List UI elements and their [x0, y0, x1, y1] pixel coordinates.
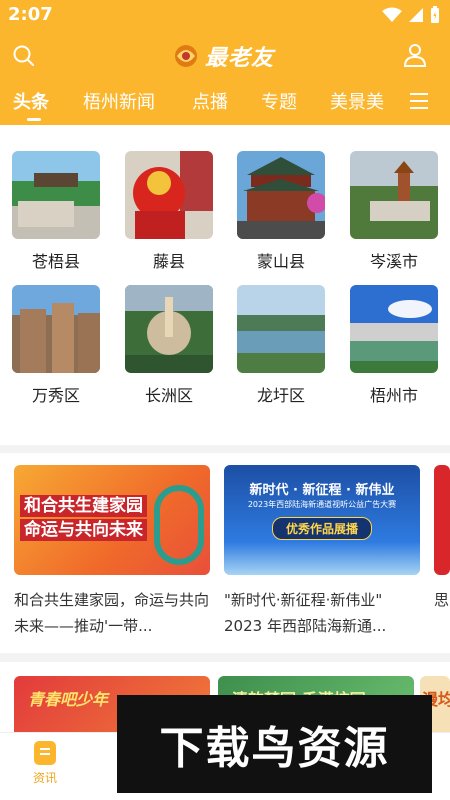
region-label: 蒙山县	[256, 252, 305, 271]
wifi-icon	[382, 7, 402, 22]
active-tab-indicator	[27, 118, 41, 121]
region-item-changzhou[interactable]: 长洲区	[124, 285, 214, 405]
signal-icon	[409, 8, 423, 22]
region-item-cangwu[interactable]: 苍梧县	[11, 151, 101, 271]
status-icons	[382, 6, 440, 24]
region-item-mengshan[interactable]: 蒙山县	[236, 151, 326, 271]
region-image	[125, 151, 213, 239]
region-grid: 苍梧县 藤县 蒙山县 岑溪市 万秀区 长洲区 龙圩区 梧州市	[0, 125, 450, 445]
news-card[interactable]: 新时代 · 新征程 · 新伟业 2023年西部陆海新通道视听公益广告大赛 优秀作…	[224, 465, 420, 639]
news-card[interactable]: 和合共生建家园 命运与共向未来 和合共生建家园，命运与共向未来——推动'一带..…	[14, 465, 210, 639]
nav-label: 资讯	[32, 771, 57, 785]
logo-mark-icon	[175, 45, 197, 67]
region-image	[350, 151, 438, 239]
news-card-title: "新时代·新征程·新伟业" 2023 年西部陆海新通...	[224, 591, 387, 635]
region-item-cenxi[interactable]: 岑溪市	[349, 151, 439, 271]
logo-text: 最老友	[205, 46, 275, 71]
watermark-text: 下载鸟资源	[159, 723, 390, 774]
tab-headlines[interactable]: 头条	[13, 88, 49, 114]
nav-item-news[interactable]: 资讯	[22, 741, 68, 786]
region-label: 苍梧县	[31, 252, 80, 271]
news-card-title: 和合共生建家园，命运与共向未来——推动'一带...	[14, 591, 210, 635]
region-label: 梧州市	[369, 386, 418, 405]
app-logo: 最老友	[171, 38, 274, 74]
status-bar: 2:07	[0, 0, 450, 32]
news-card-image: 和合共生建家园 命运与共向未来	[14, 465, 210, 575]
menu-icon[interactable]	[410, 92, 430, 110]
tab-on-demand[interactable]: 点播	[192, 88, 228, 114]
battery-icon	[431, 6, 439, 23]
region-item-tengxian[interactable]: 藤县	[124, 151, 214, 271]
news-icon	[34, 741, 56, 765]
region-image	[350, 285, 438, 373]
region-label: 长洲区	[144, 386, 193, 405]
tab-wuzhou-news[interactable]: 梧州新闻	[83, 88, 155, 114]
tab-topics[interactable]: 专题	[261, 88, 297, 114]
search-icon[interactable]	[12, 44, 36, 68]
news-card-strip: 和合共生建家园 命运与共向未来 和合共生建家园，命运与共向未来——推动'一带..…	[0, 453, 450, 653]
region-image	[237, 285, 325, 373]
region-item-wanxiu[interactable]: 万秀区	[11, 285, 101, 405]
region-label: 万秀区	[31, 386, 80, 405]
news-card[interactable]: 思	[434, 465, 450, 639]
region-item-longxu[interactable]: 龙圩区	[236, 285, 326, 405]
news-card-image	[434, 465, 450, 575]
region-image	[237, 151, 325, 239]
app-header: 2:07 最老友 头条 梧州新闻 点播 专题 美景美	[0, 0, 450, 125]
tab-scenery[interactable]: 美景美	[330, 88, 384, 114]
region-label: 岑溪市	[369, 252, 418, 271]
region-item-wuzhou[interactable]: 梧州市	[349, 285, 439, 405]
region-label: 龙圩区	[256, 386, 305, 405]
category-tabs: 头条 梧州新闻 点播 专题 美景美	[0, 88, 450, 122]
region-image	[125, 285, 213, 373]
user-icon[interactable]	[402, 42, 428, 68]
watermark-banner: 下载鸟资源	[117, 695, 432, 793]
region-label: 藤县	[152, 252, 185, 271]
news-card-image: 新时代 · 新征程 · 新伟业 2023年西部陆海新通道视听公益广告大赛 优秀作…	[224, 465, 420, 575]
card-image-title: 和合共生建家园 命运与共向未来	[20, 495, 147, 541]
top-bar: 最老友	[0, 36, 450, 76]
region-image	[12, 151, 100, 239]
region-image	[12, 285, 100, 373]
news-card-title: 思	[434, 591, 450, 609]
status-time: 2:07	[8, 4, 53, 25]
